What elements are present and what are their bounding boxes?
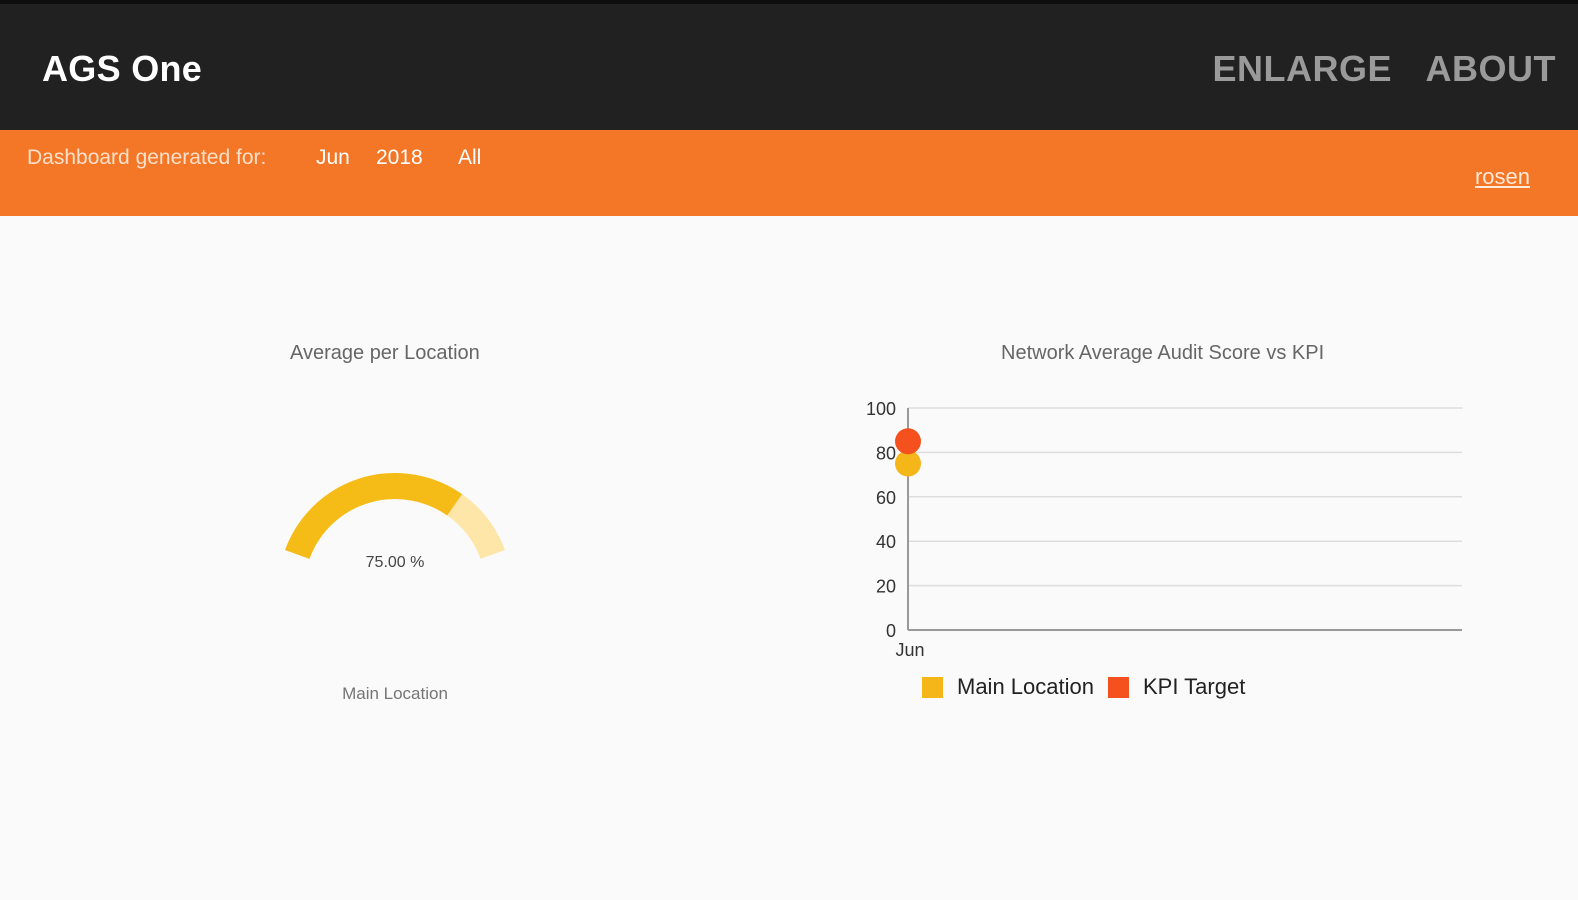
- legend-label-main-location: Main Location: [957, 674, 1094, 699]
- y-tick-label: 40: [876, 532, 896, 552]
- y-tick-label: 0: [886, 621, 896, 641]
- y-tick-label: 100: [866, 399, 896, 419]
- app-bar: AGS One ENLARGE ABOUT: [0, 0, 1578, 130]
- legend-item-kpi-target[interactable]: KPI Target: [1107, 674, 1246, 700]
- year-selector[interactable]: 2018: [376, 146, 423, 170]
- y-tick-label: 20: [876, 577, 896, 597]
- legend-swatch-main-location: [922, 676, 943, 698]
- data-point-kpi-target: [895, 428, 921, 455]
- app-title: AGS One: [42, 48, 203, 89]
- gauge-title: Average per Location: [290, 342, 480, 364]
- gauge-fill: [285, 473, 463, 560]
- gauge-value: 75.00 %: [365, 554, 425, 571]
- data-point-main-location: [895, 450, 921, 477]
- month-selector[interactable]: Jun: [316, 146, 350, 170]
- gauge-svg: [285, 473, 505, 560]
- about-button[interactable]: ABOUT: [1426, 48, 1557, 90]
- chart: 0 20 40 60 80 100 Jun: [850, 390, 1490, 670]
- enlarge-button[interactable]: ENLARGE: [1212, 48, 1392, 90]
- x-tick-label: Jun: [895, 640, 924, 660]
- legend-item-main-location[interactable]: Main Location: [922, 674, 1094, 700]
- filter-label: Dashboard generated for:: [27, 146, 267, 169]
- gauge: 75.00 %: [262, 460, 528, 600]
- gauge-location-label: Main Location: [342, 684, 448, 703]
- y-tick-label: 60: [876, 488, 896, 508]
- legend-swatch-kpi-target: [1107, 676, 1129, 698]
- chart-svg: 0 20 40 60 80 100 Jun: [866, 399, 1462, 660]
- filter-bar: Dashboard generated for: Jun 2018 All ro…: [0, 130, 1578, 216]
- chart-title: Network Average Audit Score vs KPI: [1001, 342, 1325, 364]
- scope-selector[interactable]: All: [458, 146, 481, 170]
- user-link[interactable]: rosen: [1475, 164, 1530, 190]
- y-tick-label: 80: [876, 443, 896, 463]
- legend-label-kpi-target: KPI Target: [1142, 674, 1246, 699]
- chart-legend: Main Location KPI Target: [922, 672, 1259, 702]
